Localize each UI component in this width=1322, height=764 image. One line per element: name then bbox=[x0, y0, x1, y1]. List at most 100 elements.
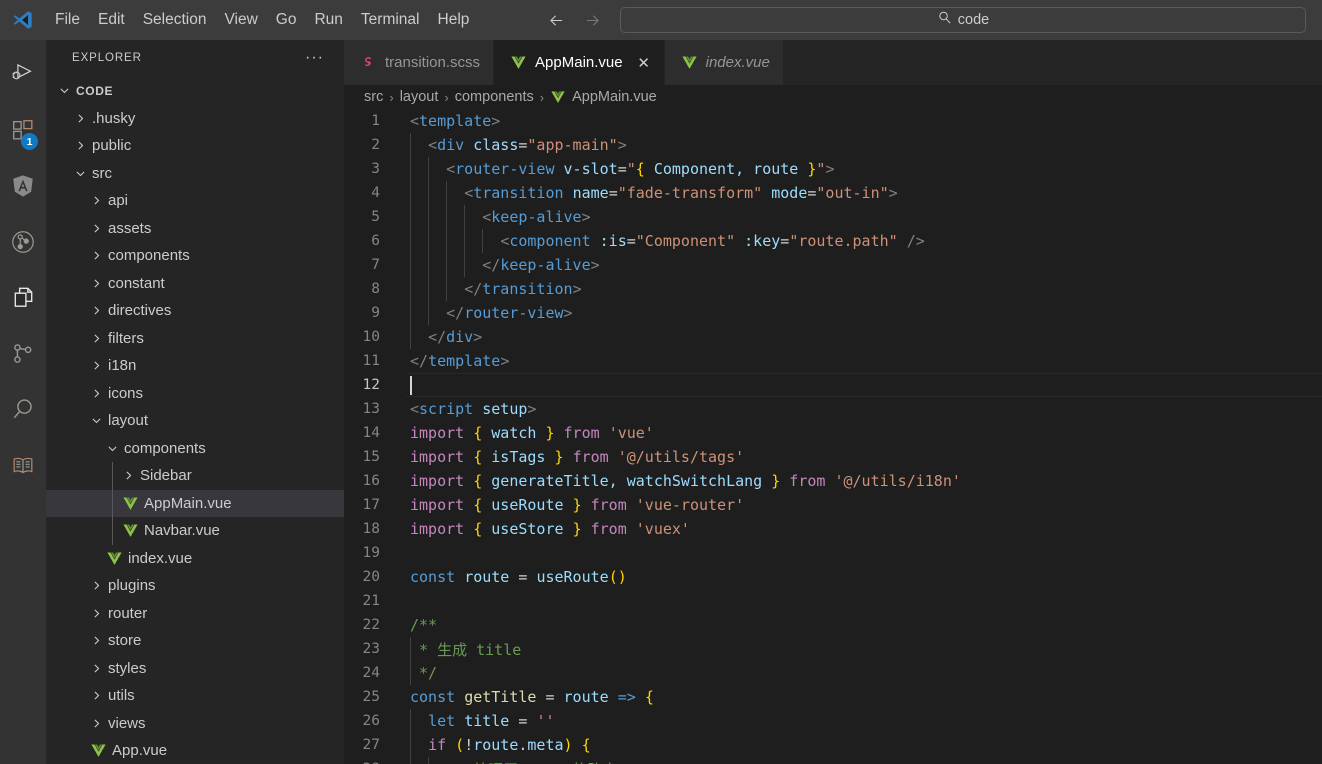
activity-item-extensions[interactable]: 1 bbox=[0, 104, 46, 160]
code-editor[interactable]: 1 <template> 2 <div class="app-main"> 3 <ro… bbox=[344, 109, 1322, 764]
breadcrumb-item[interactable]: src bbox=[364, 89, 383, 105]
code-line[interactable]: 15 import { isTags } from '@/utils/tags' bbox=[344, 445, 1322, 469]
code-line[interactable]: 23 * 生成 title bbox=[344, 637, 1322, 661]
tree-item-src[interactable]: src bbox=[46, 160, 344, 188]
chevron-right-icon[interactable] bbox=[88, 249, 104, 262]
tree-item-directives[interactable]: directives bbox=[46, 297, 344, 325]
tree-item-components[interactable]: components bbox=[46, 435, 344, 463]
code-line[interactable]: 3 <router-view v-slot="{ Component, rout… bbox=[344, 157, 1322, 181]
menu-item-terminal[interactable]: Terminal bbox=[352, 8, 429, 32]
command-search-bar[interactable]: code bbox=[620, 7, 1306, 33]
editor-tab-bar[interactable]: transition.scss AppMain.vue ✕ index.vue bbox=[344, 40, 1322, 85]
tree-item-filters[interactable]: filters bbox=[46, 325, 344, 353]
tree-item-api[interactable]: api bbox=[46, 187, 344, 215]
tree-root[interactable]: CODE bbox=[46, 77, 344, 105]
code-line[interactable]: 27 if (!route.meta) { bbox=[344, 733, 1322, 757]
chevron-right-icon[interactable] bbox=[72, 139, 88, 152]
tree-item-layout[interactable]: layout bbox=[46, 407, 344, 435]
code-text[interactable]: <keep-alive> bbox=[406, 205, 1322, 229]
chevron-down-icon[interactable] bbox=[88, 414, 104, 427]
tree-item-components[interactable]: components bbox=[46, 242, 344, 270]
code-line[interactable]: 19 bbox=[344, 541, 1322, 565]
code-text[interactable]: <component :is="Component" :key="route.p… bbox=[406, 229, 1322, 253]
code-line[interactable]: 24 */ bbox=[344, 661, 1322, 685]
tree-item-plugins[interactable]: plugins bbox=[46, 572, 344, 600]
code-text[interactable]: <template> bbox=[406, 109, 1322, 133]
activity-item-source-control[interactable] bbox=[0, 328, 46, 384]
code-text[interactable]: const getTitle = route => { bbox=[406, 685, 1322, 709]
chevron-right-icon[interactable] bbox=[88, 304, 104, 317]
code-line[interactable]: 14 import { watch } from 'vue' bbox=[344, 421, 1322, 445]
code-line[interactable]: 13 <script setup> bbox=[344, 397, 1322, 421]
chevron-right-icon[interactable] bbox=[88, 222, 104, 235]
code-line[interactable]: 4 <transition name="fade-transform" mode… bbox=[344, 181, 1322, 205]
code-line[interactable]: 11 </template> bbox=[344, 349, 1322, 373]
code-line[interactable]: 20 const route = useRoute() bbox=[344, 565, 1322, 589]
activity-item-angular[interactable] bbox=[0, 160, 46, 216]
tree-item-public[interactable]: public bbox=[46, 132, 344, 160]
code-line[interactable]: 1 <template> bbox=[344, 109, 1322, 133]
code-line[interactable]: 26 let title = '' bbox=[344, 709, 1322, 733]
code-line[interactable]: 25 const getTitle = route => { bbox=[344, 685, 1322, 709]
more-actions-icon[interactable]: ··· bbox=[305, 49, 324, 65]
menu-bar[interactable]: File Edit Selection View Go Run Terminal Help bbox=[46, 8, 478, 32]
menu-item-go[interactable]: Go bbox=[267, 8, 306, 32]
breadcrumb[interactable]: src › layout › components › AppMain.vue bbox=[344, 85, 1322, 109]
file-tree[interactable]: CODE .husky public src api assets components co… bbox=[46, 75, 344, 764]
tree-item-utils[interactable]: utils bbox=[46, 682, 344, 710]
code-text[interactable]: <router-view v-slot="{ Component, route … bbox=[406, 157, 1322, 181]
chevron-right-icon[interactable] bbox=[88, 332, 104, 345]
chevron-right-icon[interactable] bbox=[88, 277, 104, 290]
code-line[interactable]: 18 import { useStore } from 'vuex' bbox=[344, 517, 1322, 541]
activity-item-run-and-debug[interactable] bbox=[0, 48, 46, 104]
menu-item-selection[interactable]: Selection bbox=[134, 8, 216, 32]
arrow-left-icon[interactable] bbox=[545, 9, 567, 31]
code-line[interactable]: 9 </router-view> bbox=[344, 301, 1322, 325]
code-text[interactable]: <div class="app-main"> bbox=[406, 133, 1322, 157]
code-line[interactable]: 17 import { useRoute } from 'vue-router' bbox=[344, 493, 1322, 517]
menu-item-view[interactable]: View bbox=[215, 8, 266, 32]
activity-item-gitlens[interactable] bbox=[0, 216, 46, 272]
code-text[interactable]: </router-view> bbox=[406, 301, 1322, 325]
menu-item-file[interactable]: File bbox=[46, 8, 89, 32]
close-icon[interactable]: ✕ bbox=[637, 54, 651, 72]
code-line[interactable]: 8 </transition> bbox=[344, 277, 1322, 301]
menu-item-help[interactable]: Help bbox=[429, 8, 479, 32]
code-text[interactable]: </template> bbox=[406, 349, 1322, 373]
code-text[interactable]: // 处理无 meta 的路由 bbox=[406, 757, 1322, 764]
chevron-right-icon[interactable] bbox=[88, 634, 104, 647]
tree-item-i18n[interactable]: i18n bbox=[46, 352, 344, 380]
code-text[interactable] bbox=[406, 541, 1322, 565]
activity-item-search[interactable] bbox=[0, 384, 46, 440]
search-input-value[interactable]: code bbox=[958, 12, 989, 28]
code-line[interactable]: 6 <component :is="Component" :key="route… bbox=[344, 229, 1322, 253]
editor-tab-appmain-vue[interactable]: AppMain.vue ✕ bbox=[494, 40, 665, 85]
chevron-right-icon[interactable] bbox=[88, 359, 104, 372]
tree-item-assets[interactable]: assets bbox=[46, 215, 344, 243]
code-text[interactable]: import { watch } from 'vue' bbox=[406, 421, 1322, 445]
tree-item-store[interactable]: store bbox=[46, 627, 344, 655]
code-text[interactable]: /** bbox=[406, 613, 1322, 637]
editor-tab-index-vue[interactable]: index.vue bbox=[664, 40, 784, 85]
code-text[interactable]: const route = useRoute() bbox=[406, 565, 1322, 589]
tree-item-app-vue[interactable]: App.vue bbox=[46, 737, 344, 764]
chevron-down-icon[interactable] bbox=[104, 442, 120, 455]
code-line[interactable]: 7 </keep-alive> bbox=[344, 253, 1322, 277]
code-text[interactable]: </transition> bbox=[406, 277, 1322, 301]
activity-item-explorer[interactable] bbox=[0, 272, 46, 328]
chevron-right-icon[interactable] bbox=[88, 662, 104, 675]
chevron-right-icon[interactable] bbox=[88, 607, 104, 620]
code-line[interactable]: 28 // 处理无 meta 的路由 bbox=[344, 757, 1322, 764]
tree-item-router[interactable]: router bbox=[46, 600, 344, 628]
code-text[interactable]: </div> bbox=[406, 325, 1322, 349]
code-text[interactable]: </keep-alive> bbox=[406, 253, 1322, 277]
code-line[interactable]: 2 <div class="app-main"> bbox=[344, 133, 1322, 157]
chevron-right-icon[interactable] bbox=[88, 194, 104, 207]
tree-item-index-vue[interactable]: index.vue bbox=[46, 545, 344, 573]
code-line[interactable]: 12 bbox=[344, 373, 1322, 397]
chevron-right-icon[interactable] bbox=[88, 689, 104, 702]
chevron-right-icon[interactable] bbox=[88, 717, 104, 730]
tree-item--husky[interactable]: .husky bbox=[46, 105, 344, 133]
tree-item-views[interactable]: views bbox=[46, 710, 344, 738]
code-text[interactable]: import { useRoute } from 'vue-router' bbox=[406, 493, 1322, 517]
